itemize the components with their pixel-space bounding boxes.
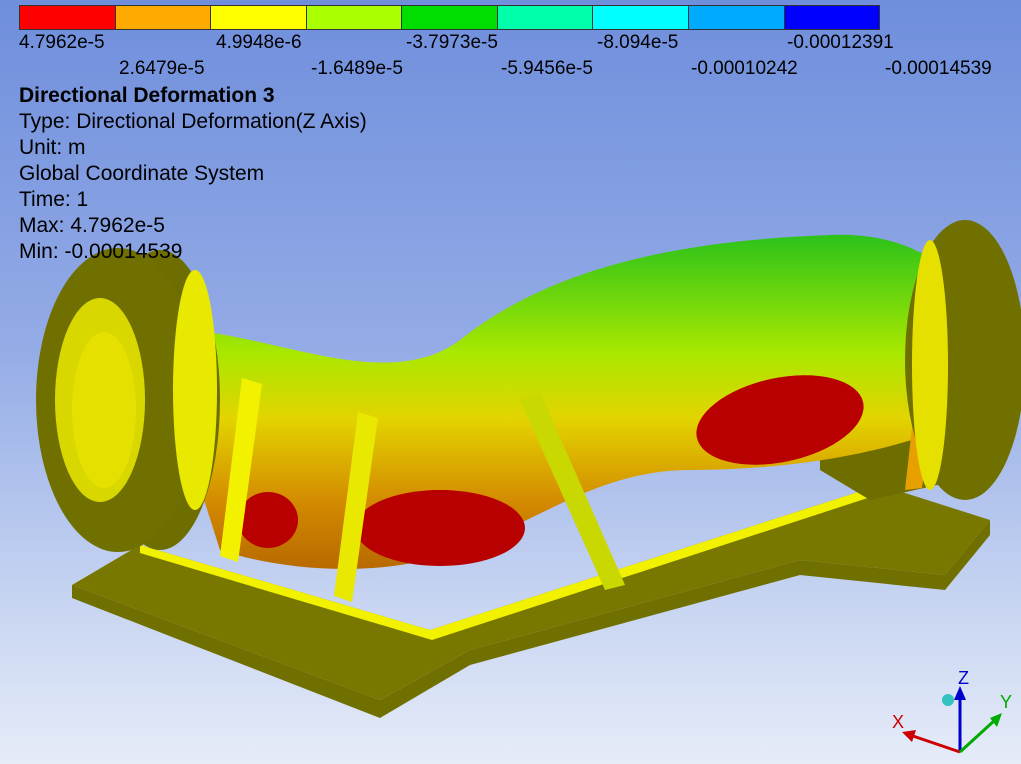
triad-z-arrow: [954, 686, 966, 700]
legend-swatch: [211, 6, 307, 29]
coordinate-triad[interactable]: Z X Y: [880, 660, 1020, 764]
legend-value: -3.7973e-5: [406, 32, 498, 53]
triad-origin-sphere: [942, 694, 954, 706]
result-unit: Unit: m: [19, 136, 86, 159]
result-title: Directional Deformation 3: [19, 84, 275, 107]
result-max: Max: 4.7962e-5: [19, 214, 165, 237]
left-flange-rim: [173, 270, 217, 510]
triad-z-label: Z: [958, 668, 969, 688]
max-deformation-region-1: [355, 490, 525, 566]
legend-swatch: [784, 6, 880, 29]
legend-value: 4.9948e-6: [216, 32, 302, 53]
legend-swatch: [115, 6, 212, 29]
legend-value: -0.00014539: [885, 58, 992, 79]
triad-y-axis: [958, 718, 997, 754]
right-flange-rim: [912, 240, 948, 490]
legend-swatch: [306, 6, 403, 29]
legend-value: 2.6479e-5: [119, 58, 205, 79]
result-type: Type: Directional Deformation(Z Axis): [19, 110, 367, 133]
legend-value: 4.7962e-5: [19, 32, 105, 53]
left-flange-bore-inner: [72, 332, 136, 488]
legend-swatch: [497, 6, 594, 29]
legend-value: -0.00010242: [691, 58, 798, 79]
triad-x-axis: [909, 733, 961, 754]
legend-swatch: [20, 6, 116, 29]
result-time: Time: 1: [19, 188, 89, 211]
result-min: Min: -0.00014539: [19, 240, 183, 263]
result-info-panel: Directional Deformation 3 Type: Directio…: [19, 83, 367, 265]
triad-y-label: Y: [1000, 692, 1012, 712]
triad-x-label: X: [892, 712, 904, 732]
color-legend-bar: [19, 5, 880, 30]
legend-value: -8.094e-5: [597, 32, 679, 53]
result-coordinate-system: Global Coordinate System: [19, 162, 265, 185]
legend-value: -5.9456e-5: [501, 58, 593, 79]
legend-swatch: [593, 6, 689, 29]
legend-swatch: [402, 6, 498, 29]
legend-value: -1.6489e-5: [311, 58, 403, 79]
max-deformation-region-3: [238, 492, 298, 548]
triad-x-arrow: [902, 730, 916, 742]
legend-value: -0.00012391: [787, 32, 894, 53]
legend-swatch: [688, 6, 785, 29]
